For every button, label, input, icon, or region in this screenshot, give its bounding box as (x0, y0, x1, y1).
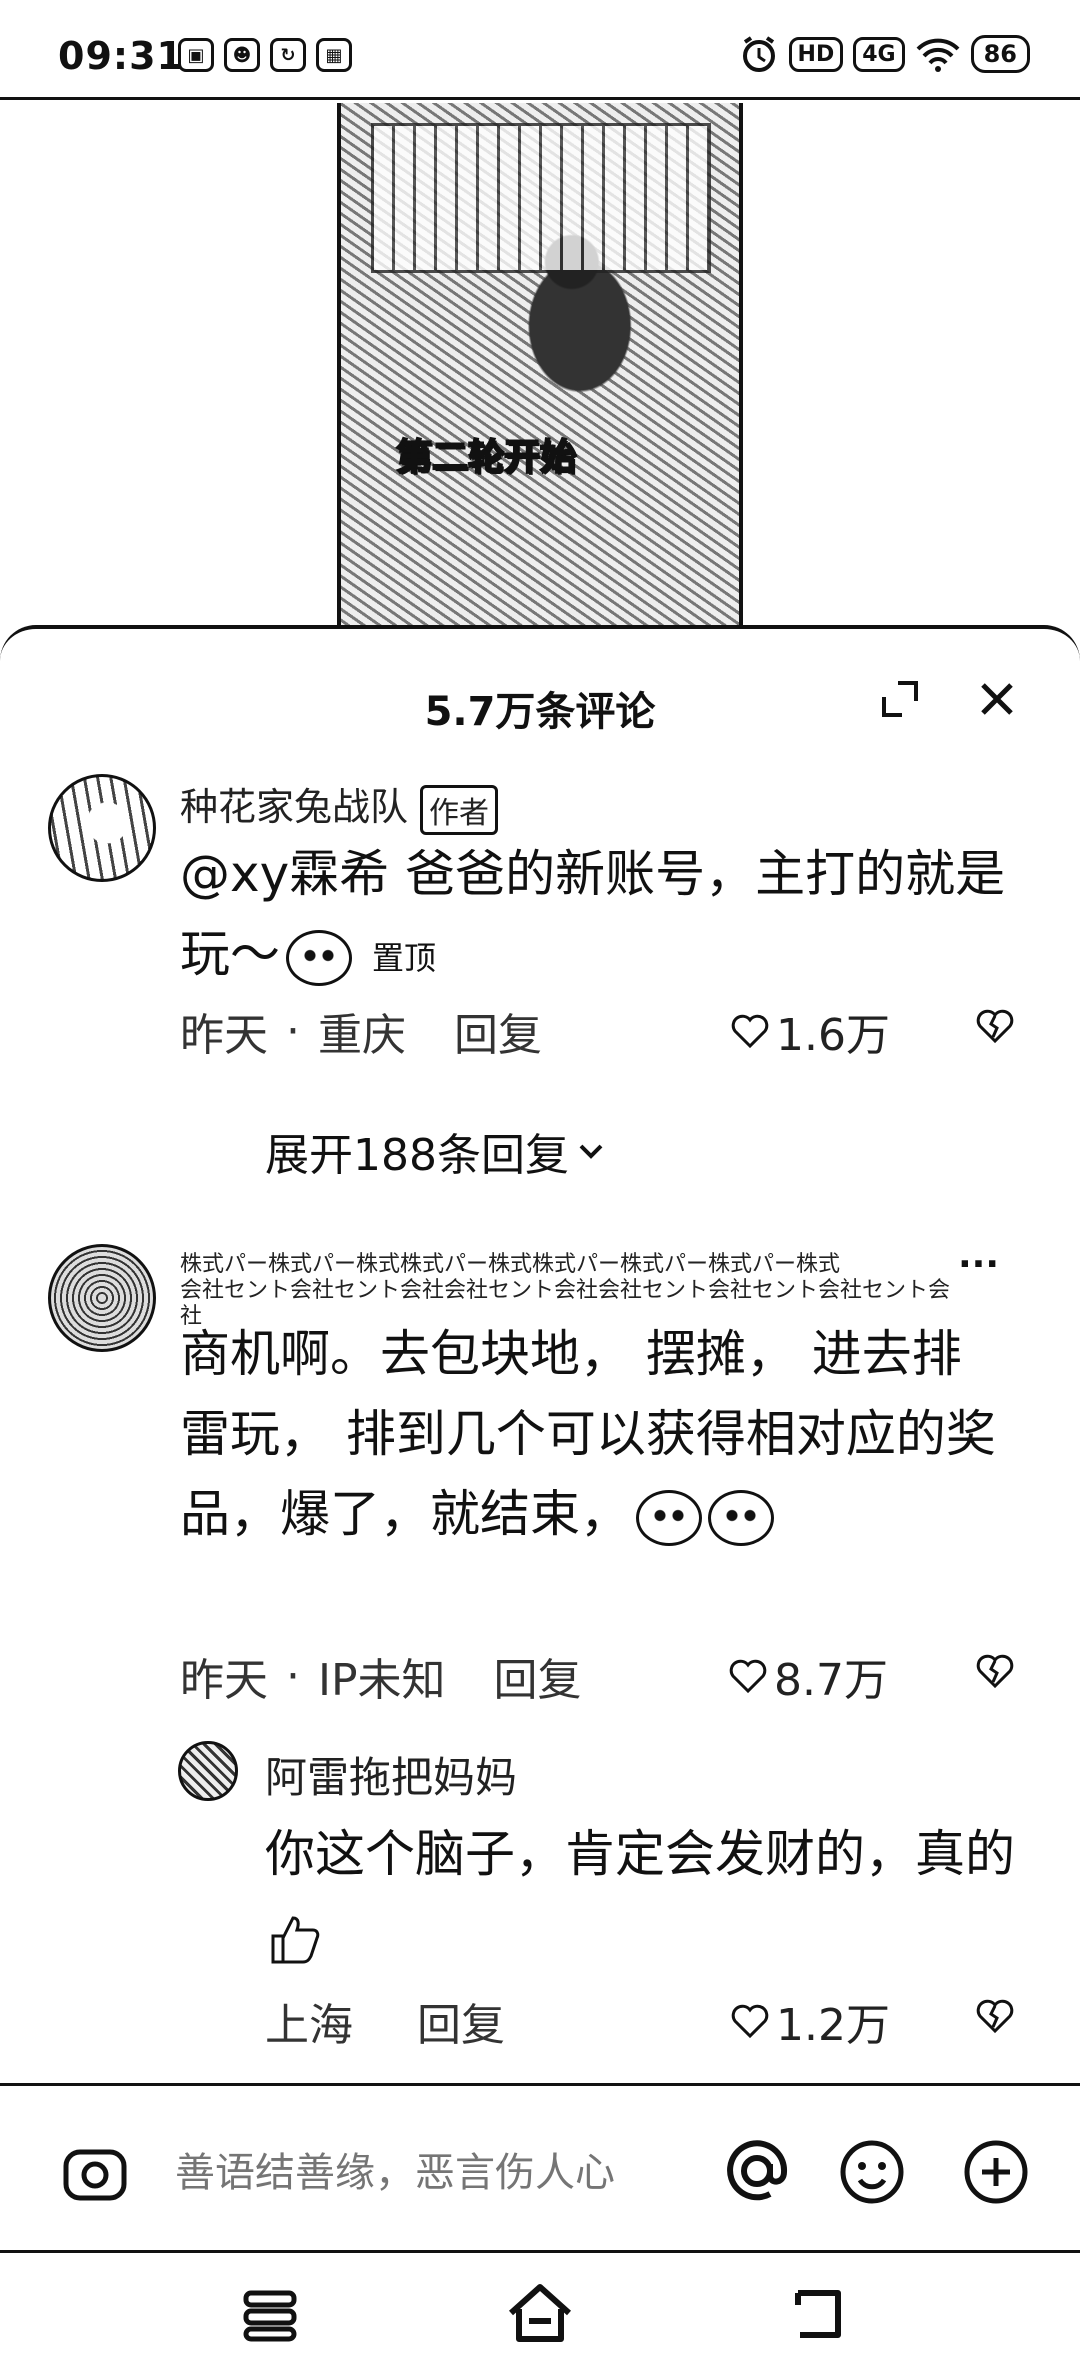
dislike-icon[interactable] (975, 1996, 1015, 2036)
status-time: 09:31 (58, 34, 184, 78)
sheet-header: 5.7万条评论 (0, 629, 1080, 759)
system-navigation-bar (0, 2253, 1080, 2376)
reply-location: 上海 (265, 2000, 353, 2051)
heart-icon (731, 1014, 769, 1049)
gallery-icon: ▦ (316, 38, 352, 72)
separator: · (286, 1005, 300, 1057)
battery-indicator: 86 (970, 35, 1030, 73)
message-icon: ▣ (178, 38, 214, 72)
like-button[interactable]: 1.6万 (730, 999, 890, 1063)
system-status: HD 4G 86 (739, 34, 1030, 74)
comment-input[interactable] (175, 2146, 695, 2200)
mention-icon[interactable] (720, 2134, 794, 2208)
camera-icon[interactable] (62, 2142, 128, 2202)
like-button[interactable]: 8.7万 (728, 1644, 888, 1708)
reply-avatar[interactable] (178, 1741, 238, 1801)
comment-location: IP未知 (318, 1655, 446, 1706)
doge-emoji-icon (286, 929, 352, 986)
like-count: 1.6万 (776, 1010, 890, 1061)
back-icon[interactable] (790, 2283, 850, 2345)
separator: · (286, 1650, 300, 1702)
video-background (371, 123, 711, 273)
add-icon[interactable] (962, 2138, 1030, 2206)
comment-input-bar (0, 2083, 1080, 2253)
app-icon: ☻ (224, 38, 260, 72)
menu-icon[interactable] (240, 2285, 300, 2345)
emoji-icon[interactable] (838, 2138, 906, 2206)
comment-meta: 昨天 · IP未知 回复 (180, 1644, 582, 1708)
video-frame[interactable]: 第二轮开始 (337, 103, 743, 633)
comment-time: 昨天 (180, 1655, 268, 1706)
network-icon: 4G (853, 36, 905, 72)
sync-icon: ↻ (270, 38, 306, 72)
thumbs-up-icon (271, 1915, 320, 1963)
laughing-emoji-icon (708, 1489, 774, 1546)
alarm-icon (742, 36, 775, 72)
reply-username[interactable]: 阿雷拖把妈妈 (265, 1744, 517, 1805)
status-bar: 09:31 ▣ ☻ ↻ ▦ HD 4G 86 (0, 0, 1080, 100)
home-icon[interactable] (505, 2281, 575, 2345)
comments-sheet: 5.7万条评论 种花家兔战队 作者 @xy霖希 爸爸的新账号，主打的就是玩～ 置顶 … (0, 625, 1080, 2083)
laughing-emoji-icon (636, 1489, 702, 1546)
close-icon[interactable] (975, 677, 1019, 721)
video-area[interactable]: 第二轮开始 (0, 103, 1080, 633)
comment-location: 重庆 (318, 1010, 406, 1061)
reply-meta: 上海 回复 (265, 1989, 505, 2053)
reply-button[interactable]: 回复 (494, 1644, 582, 1708)
comment-meta: 昨天 · 重庆 回复 (180, 999, 542, 1063)
wifi-icon (916, 38, 960, 72)
comment-text[interactable]: 商机啊。去包块地， 摆摊， 进去排雷玩， 排到几个可以获得相对应的奖品，爆了，就… (180, 1314, 1010, 1554)
author-badge: 作者 (420, 784, 499, 835)
like-count: 1.2万 (776, 2000, 890, 2051)
comment-username[interactable]: 种花家兔战队 作者 (180, 776, 499, 835)
pinned-label: 置顶 (372, 938, 437, 977)
video-caption: 第二轮开始 (395, 436, 577, 479)
dislike-icon[interactable] (975, 1651, 1015, 1691)
dislike-icon[interactable] (975, 1006, 1015, 1046)
avatar[interactable] (48, 1244, 156, 1352)
comment-time: 昨天 (180, 1010, 268, 1061)
reply-button[interactable]: 回复 (454, 999, 542, 1063)
chevron-down-icon (579, 1144, 603, 1159)
reply-text[interactable]: 你这个脑子，肯定会发财的，真的 (265, 1814, 1025, 1974)
notification-icons: ▣ ☻ ↻ ▦ (178, 38, 352, 72)
reply-button[interactable]: 回复 (417, 2000, 505, 2051)
expand-icon[interactable] (880, 679, 920, 719)
reply-like-button[interactable]: 1.2万 (730, 1989, 890, 2053)
expand-replies-button[interactable]: 展开188条回复 (265, 1119, 607, 1183)
comment-text[interactable]: @xy霖希 爸爸的新账号，主打的就是玩～ 置顶 (180, 834, 1020, 998)
comment-item: 株式パー株式パー株式株式パー株式株式パー株式パー株式パー株式 会社セント会社セン… (0, 1244, 1080, 2064)
hd-icon: HD (788, 36, 844, 72)
comment-item: 种花家兔战队 作者 @xy霖希 爸爸的新账号，主打的就是玩～ 置顶 昨天 · 重庆 … (0, 774, 1080, 1074)
heart-icon (729, 1659, 767, 1694)
heart-icon (731, 2004, 769, 2039)
avatar[interactable] (48, 774, 156, 882)
like-count: 8.7万 (774, 1655, 888, 1706)
more-dots: ··· (958, 1244, 1000, 1285)
